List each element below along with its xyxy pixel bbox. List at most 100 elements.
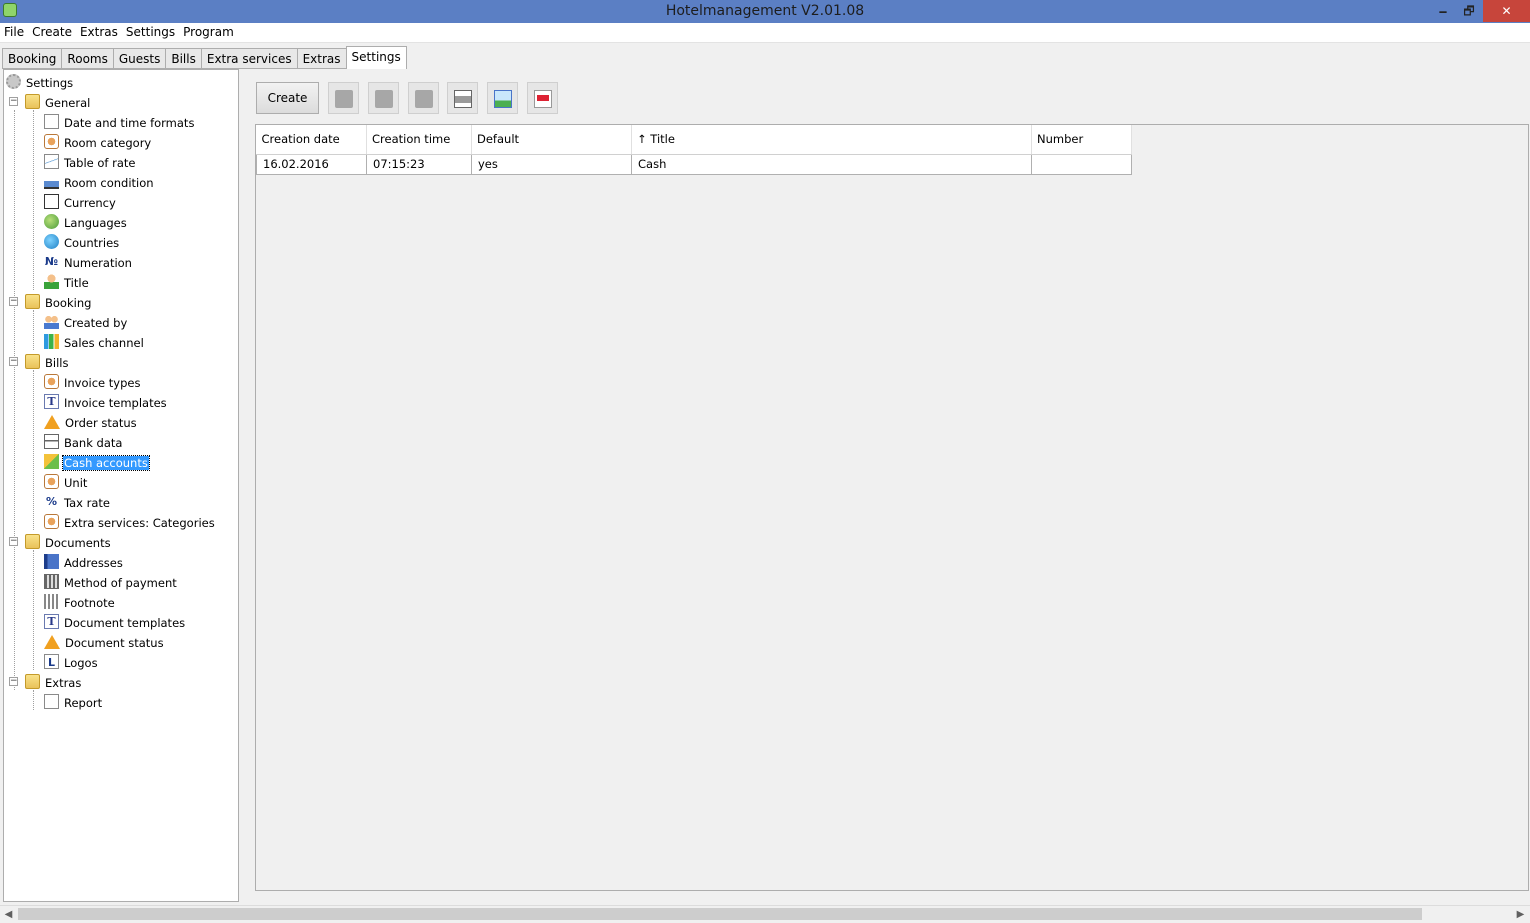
tab-extra-services[interactable]: Extra services: [200, 48, 297, 69]
collapse-bills-toggle[interactable]: −: [9, 357, 18, 366]
warning-icon: [44, 414, 60, 429]
scrollbar-thumb[interactable]: [18, 908, 1422, 920]
cell-number[interactable]: [1031, 154, 1132, 175]
globe-icon: [44, 234, 59, 249]
column-header-creation-date[interactable]: Creation date: [256, 125, 367, 155]
tree-item-bank-data[interactable]: Bank data: [44, 432, 123, 452]
invoice-icon: [44, 374, 59, 389]
export-icon: [494, 90, 512, 108]
template-icon: T: [44, 614, 59, 629]
cash-accounts-table: Creation date Creation time Default ↑ Ti…: [256, 125, 1132, 175]
cash-icon: [44, 454, 59, 469]
calendar-icon: [44, 114, 59, 129]
folder-icon: [25, 534, 40, 549]
footnote-icon: [44, 594, 59, 609]
delete-button[interactable]: [408, 82, 439, 114]
tree-item-logos[interactable]: L Logos: [44, 652, 99, 672]
report-icon: [44, 694, 59, 709]
tree-item-order-status[interactable]: Order status: [44, 412, 138, 432]
print-button[interactable]: [447, 82, 478, 114]
column-header-title[interactable]: ↑ Title: [631, 125, 1032, 155]
tree-group-extras[interactable]: Extras: [25, 672, 82, 692]
horizontal-scrollbar[interactable]: ◀ ▶: [0, 905, 1530, 922]
menu-create[interactable]: Create: [28, 23, 76, 39]
tree-root-settings[interactable]: Settings: [6, 72, 74, 92]
folder-icon: [25, 94, 40, 109]
tree-item-date-time-formats[interactable]: Date and time formats: [44, 112, 195, 132]
column-header-number[interactable]: Number: [1031, 125, 1132, 155]
collapse-booking-toggle[interactable]: −: [9, 297, 18, 306]
tree-guide: [33, 310, 34, 350]
tree-item-numeration[interactable]: № Numeration: [44, 252, 133, 272]
tab-rooms[interactable]: Rooms: [61, 48, 113, 69]
tree-guide: [33, 110, 34, 290]
tree-item-created-by[interactable]: Created by: [44, 312, 128, 332]
column-header-creation-time[interactable]: Creation time: [366, 125, 472, 155]
tree-item-addresses[interactable]: Addresses: [44, 552, 124, 572]
collapse-documents-toggle[interactable]: −: [9, 537, 18, 546]
collapse-extras-toggle[interactable]: −: [9, 677, 18, 686]
tree-item-invoice-templates[interactable]: T Invoice templates: [44, 392, 168, 412]
menu-settings[interactable]: Settings: [122, 23, 179, 39]
menu-extras[interactable]: Extras: [76, 23, 122, 39]
template-icon: T: [44, 394, 59, 409]
room-category-icon: [44, 134, 59, 149]
scroll-left-icon[interactable]: ◀: [0, 907, 17, 922]
tree-item-document-templates[interactable]: T Document templates: [44, 612, 186, 632]
tree-item-countries[interactable]: Countries: [44, 232, 120, 252]
create-button[interactable]: Create: [256, 82, 319, 114]
table-row[interactable]: 16.02.2016 07:15:23 yes Cash: [256, 154, 1132, 175]
cell-default[interactable]: yes: [471, 154, 632, 175]
menu-program[interactable]: Program: [179, 23, 238, 39]
tree-item-invoice-types[interactable]: Invoice types: [44, 372, 141, 392]
bar-chart-icon: [44, 334, 59, 349]
tree-group-general[interactable]: General: [25, 92, 91, 112]
edit-button[interactable]: [328, 82, 359, 114]
collapse-general-toggle[interactable]: −: [9, 97, 18, 106]
address-book-icon: [44, 554, 59, 569]
tree-item-tax-rate[interactable]: % Tax rate: [44, 492, 111, 512]
tab-extras[interactable]: Extras: [296, 48, 346, 69]
copy-icon: [375, 90, 393, 108]
restore-button[interactable]: 🗗: [1454, 0, 1484, 22]
tree-item-method-of-payment[interactable]: Method of payment: [44, 572, 178, 592]
tree-item-languages[interactable]: Languages: [44, 212, 128, 232]
pdf-icon: [534, 90, 552, 108]
tree-item-cash-accounts[interactable]: Cash accounts: [44, 452, 150, 472]
logo-icon: L: [44, 654, 59, 669]
menu-file[interactable]: File: [0, 23, 28, 39]
cell-title[interactable]: Cash: [631, 154, 1032, 175]
unit-icon: [44, 474, 59, 489]
tree-item-title[interactable]: Title: [44, 272, 90, 292]
tab-booking[interactable]: Booking: [2, 48, 62, 69]
tree-item-room-category[interactable]: Room category: [44, 132, 152, 152]
tree-group-booking[interactable]: Booking: [25, 292, 92, 312]
export-button[interactable]: [487, 82, 518, 114]
cell-creation-date[interactable]: 16.02.2016: [256, 154, 367, 175]
copy-button[interactable]: [368, 82, 399, 114]
tree-item-currency[interactable]: Currency: [44, 192, 117, 212]
scroll-right-icon[interactable]: ▶: [1512, 907, 1529, 922]
tab-settings[interactable]: Settings: [345, 46, 407, 69]
tree-group-bills[interactable]: Bills: [25, 352, 69, 372]
edit-icon: [335, 90, 353, 108]
cell-creation-time[interactable]: 07:15:23: [366, 154, 472, 175]
tree-item-room-condition[interactable]: Room condition: [44, 172, 155, 192]
tree-guide: [33, 690, 34, 710]
tree-item-unit[interactable]: Unit: [44, 472, 88, 492]
tree-item-sales-channel[interactable]: Sales channel: [44, 332, 145, 352]
column-header-default[interactable]: Default: [471, 125, 632, 155]
tree-item-table-of-rate[interactable]: Table of rate: [44, 152, 137, 172]
pdf-button[interactable]: [527, 82, 558, 114]
tree-item-report[interactable]: Report: [44, 692, 103, 712]
tab-bills[interactable]: Bills: [165, 48, 201, 69]
tree-group-documents[interactable]: Documents: [25, 532, 112, 552]
bank-icon: [44, 434, 59, 449]
tree-item-footnote[interactable]: Footnote: [44, 592, 116, 612]
tree-item-extra-services-categories[interactable]: Extra services: Categories: [44, 512, 216, 532]
tab-guests[interactable]: Guests: [112, 48, 166, 69]
close-button[interactable]: ✕: [1483, 0, 1530, 22]
tree-guide: [33, 370, 34, 530]
tree-item-document-status[interactable]: Document status: [44, 632, 165, 652]
languages-icon: [44, 214, 59, 229]
